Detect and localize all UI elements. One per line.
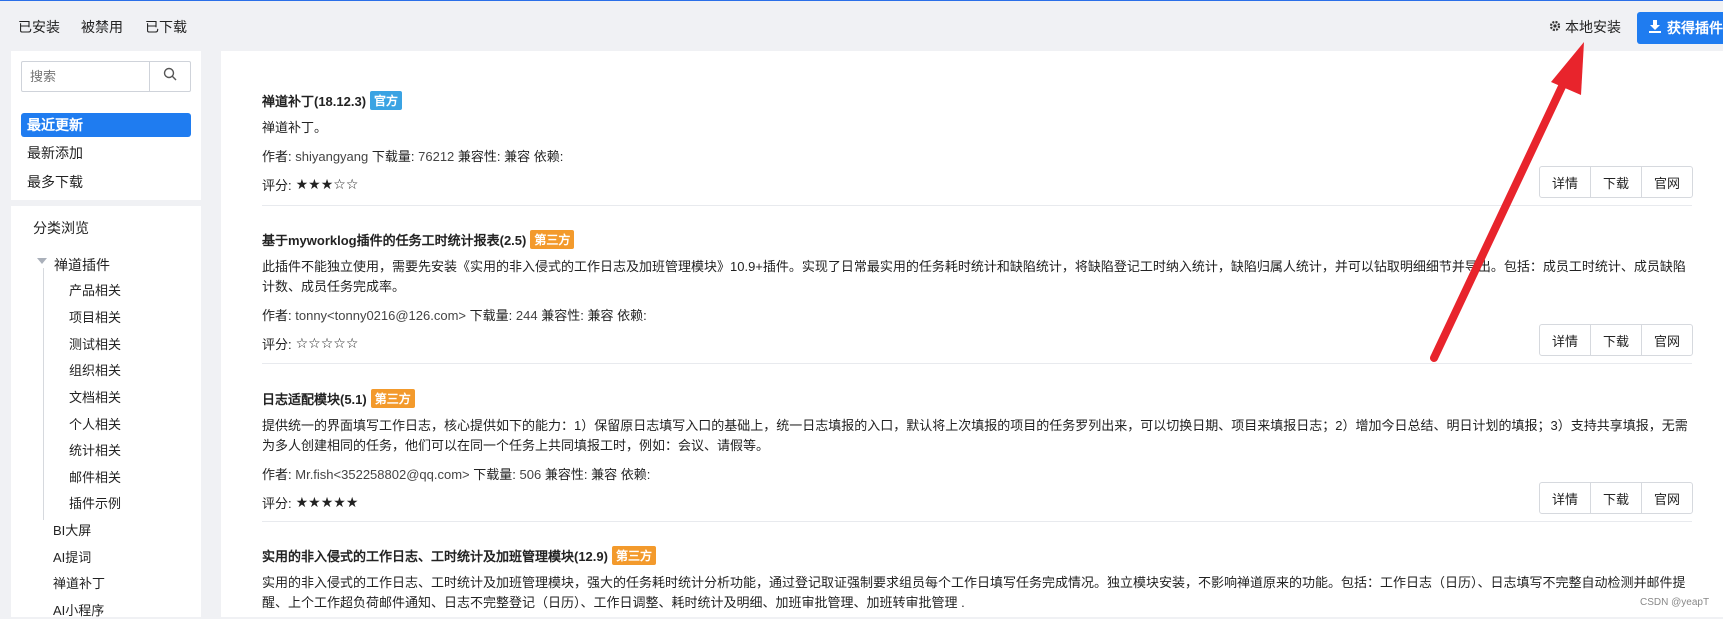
- divider: [262, 205, 1692, 206]
- local-install-button[interactable]: 本地安装: [1549, 17, 1621, 37]
- search-icon: [163, 67, 177, 86]
- download-count: 244: [515, 308, 538, 323]
- plugin-title[interactable]: 基于myworklog插件的任务工时统计报表(2.5): [262, 230, 526, 249]
- rating: 评分: ★★★☆☆: [262, 176, 359, 193]
- author: shiyangyang: [295, 149, 369, 164]
- third-party-badge: 第三方: [530, 230, 575, 249]
- nav-newest-added[interactable]: 最新添加: [21, 141, 191, 165]
- star-rating-icon: ★★★☆☆: [295, 176, 359, 192]
- website-button[interactable]: 官网: [1642, 167, 1692, 197]
- sidebar-divider: [11, 200, 201, 206]
- plugin-title[interactable]: 实用的非入侵式的工作日志、工时统计及加班管理模块(12.9): [262, 546, 608, 565]
- rating: 评分: ★★★★★: [262, 494, 359, 511]
- tree-item-doc[interactable]: 文档相关: [69, 387, 121, 406]
- compat: 兼容: [591, 467, 618, 482]
- star-rating-icon: ★★★★★: [295, 494, 359, 510]
- tree-item-ai-miniapp[interactable]: AI小程序: [53, 600, 104, 619]
- author: tonny<tonny0216@126.com>: [295, 308, 467, 323]
- gear-icon: [1549, 19, 1561, 35]
- plugin-meta: 作者: shiyangyang 下载量: 76212 兼容性: 兼容 依赖:: [262, 149, 564, 164]
- plugin-meta: 作者: tonny<tonny0216@126.com> 下载量: 244 兼容…: [262, 308, 647, 323]
- tree-item-stats[interactable]: 统计相关: [69, 440, 121, 459]
- plugin-actions: 详情 下载 官网: [1539, 324, 1693, 356]
- tab-downloaded[interactable]: 已下载: [145, 17, 187, 37]
- search-box: [21, 61, 191, 92]
- tree-item-bi[interactable]: BI大屏: [53, 520, 91, 539]
- nav-most-downloads[interactable]: 最多下载: [21, 170, 191, 194]
- details-button[interactable]: 详情: [1540, 167, 1591, 197]
- plugin-desc: 此插件不能独立使用，需要先安装《实用的非入侵式的工作日志及加班管理模块》10.9…: [262, 259, 1686, 294]
- author: Mr.fish<352258802@qq.com>: [295, 467, 470, 482]
- plugin-meta: 作者: Mr.fish<352258802@qq.com> 下载量: 506 兼…: [262, 467, 651, 482]
- download-icon: [1649, 20, 1661, 36]
- plugin-actions: 详情 下载 官网: [1539, 166, 1693, 198]
- rating: 评分: ☆☆☆☆☆: [262, 335, 359, 352]
- download-button[interactable]: 下载: [1591, 325, 1642, 355]
- divider: [262, 363, 1692, 364]
- tree-item-ai-prompt[interactable]: AI提词: [53, 547, 91, 566]
- plugin-desc: 提供统一的界面填写工作日志，核心提供如下的能力：1）保留原日志填写入口的基础上，…: [262, 418, 1688, 453]
- divider: [262, 521, 1692, 522]
- plugin-actions: 详情 下载 官网: [1539, 482, 1693, 514]
- download-count: 76212: [418, 149, 455, 164]
- star-rating-icon: ☆☆☆☆☆: [295, 335, 359, 351]
- tree-item-mail[interactable]: 邮件相关: [69, 467, 121, 486]
- tree-line: [43, 268, 44, 520]
- search-button[interactable]: [149, 62, 190, 91]
- plugin-card: 禅道补丁(18.12.3) 官方 禅道补丁。 作者: shiyangyang 下…: [262, 91, 1692, 194]
- tree-item-org[interactable]: 组织相关: [69, 360, 121, 379]
- compat: 兼容: [587, 308, 614, 323]
- tree-item-examples[interactable]: 插件示例: [69, 493, 121, 512]
- search-input[interactable]: [22, 62, 149, 91]
- tree-group-zentao-plugins[interactable]: 禅道插件: [54, 255, 110, 275]
- get-plugin-label: 获得插件: [1667, 20, 1723, 36]
- compat: 兼容: [504, 149, 531, 164]
- plugin-card: 日志适配模块(5.1) 第三方 提供统一的界面填写工作日志，核心提供如下的能力：…: [262, 389, 1692, 512]
- caret-down-icon[interactable]: [37, 258, 47, 264]
- official-badge: 官方: [370, 91, 403, 110]
- website-button[interactable]: 官网: [1642, 325, 1692, 355]
- plugin-card: 基于myworklog插件的任务工时统计报表(2.5) 第三方 此插件不能独立使…: [262, 230, 1692, 353]
- download-count: 506: [519, 467, 542, 482]
- tab-disabled[interactable]: 被禁用: [81, 17, 123, 37]
- tree-item-product[interactable]: 产品相关: [69, 280, 121, 299]
- nav-recent-updated[interactable]: 最近更新: [21, 113, 191, 137]
- plugin-title[interactable]: 日志适配模块(5.1): [262, 389, 367, 408]
- website-button[interactable]: 官网: [1642, 483, 1692, 513]
- category-title: 分类浏览: [33, 220, 89, 236]
- plugin-card: 实用的非入侵式的工作日志、工时统计及加班管理模块(12.9) 第三方 实用的非入…: [262, 546, 1692, 613]
- tab-installed[interactable]: 已安装: [18, 17, 60, 37]
- top-bar: 已安装 被禁用 已下载 本地安装 获得插件: [0, 1, 1723, 51]
- plugin-desc: 实用的非入侵式的工作日志、工时统计及加班管理模块，强大的任务耗时统计分析功能，通…: [262, 575, 1686, 610]
- third-party-badge: 第三方: [611, 546, 656, 565]
- details-button[interactable]: 详情: [1540, 325, 1591, 355]
- plugin-desc: 禅道补丁。: [262, 120, 328, 135]
- details-button[interactable]: 详情: [1540, 483, 1591, 513]
- download-button[interactable]: 下载: [1591, 483, 1642, 513]
- tree-item-project[interactable]: 项目相关: [69, 307, 121, 326]
- tree-item-test[interactable]: 测试相关: [69, 334, 121, 353]
- local-install-label: 本地安装: [1565, 19, 1621, 35]
- get-plugin-button[interactable]: 获得插件: [1637, 12, 1723, 44]
- third-party-badge: 第三方: [370, 389, 415, 408]
- watermark: CSDN @yeapT: [1640, 597, 1710, 608]
- download-button[interactable]: 下载: [1591, 167, 1642, 197]
- tree-item-personal[interactable]: 个人相关: [69, 414, 121, 433]
- plugin-title[interactable]: 禅道补丁(18.12.3): [262, 91, 366, 110]
- tree-item-patch[interactable]: 禅道补丁: [53, 573, 105, 592]
